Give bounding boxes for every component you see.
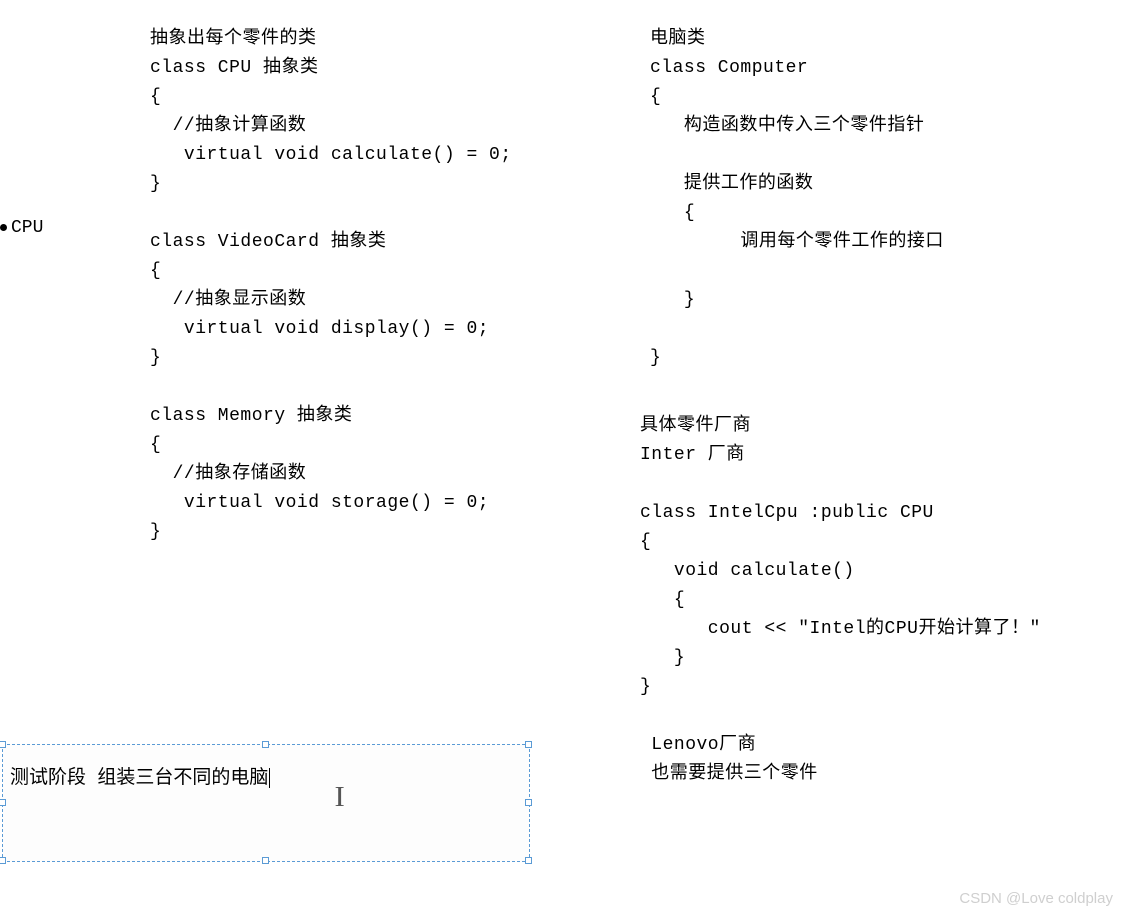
resize-handle-bottom-right[interactable] xyxy=(525,857,532,864)
bullet-icon xyxy=(0,224,7,231)
resize-handle-top-left[interactable] xyxy=(0,741,6,748)
code-block-right-bottom: 具体零件厂商 Inter 厂商 class IntelCpu :public C… xyxy=(640,412,1041,789)
code-block-right-top: 电脑类 class Computer { 构造函数中传入三个零件指针 提供工作的… xyxy=(650,25,944,373)
selection-text-value: 测试阶段 组装三台不同的电脑 xyxy=(10,767,268,789)
resize-handle-bottom-left[interactable] xyxy=(0,857,6,864)
text-caret-icon xyxy=(269,768,270,788)
code-block-left: 抽象出每个零件的类 class CPU 抽象类 { //抽象计算函数 virtu… xyxy=(150,25,512,547)
resize-handle-top-right[interactable] xyxy=(525,741,532,748)
resize-handle-middle-right[interactable] xyxy=(525,799,532,806)
resize-handle-middle-left[interactable] xyxy=(0,799,6,806)
watermark-text: CSDN @Love coldplay xyxy=(959,890,1113,907)
bullet-text: CPU xyxy=(11,218,43,238)
resize-handle-bottom-center[interactable] xyxy=(262,857,269,864)
resize-handle-top-center[interactable] xyxy=(262,741,269,748)
bullet-cpu-label: CPU xyxy=(0,218,43,238)
ibeam-cursor-icon: I xyxy=(335,782,345,814)
selection-text-content[interactable]: 测试阶段 组装三台不同的电脑 xyxy=(10,762,270,789)
